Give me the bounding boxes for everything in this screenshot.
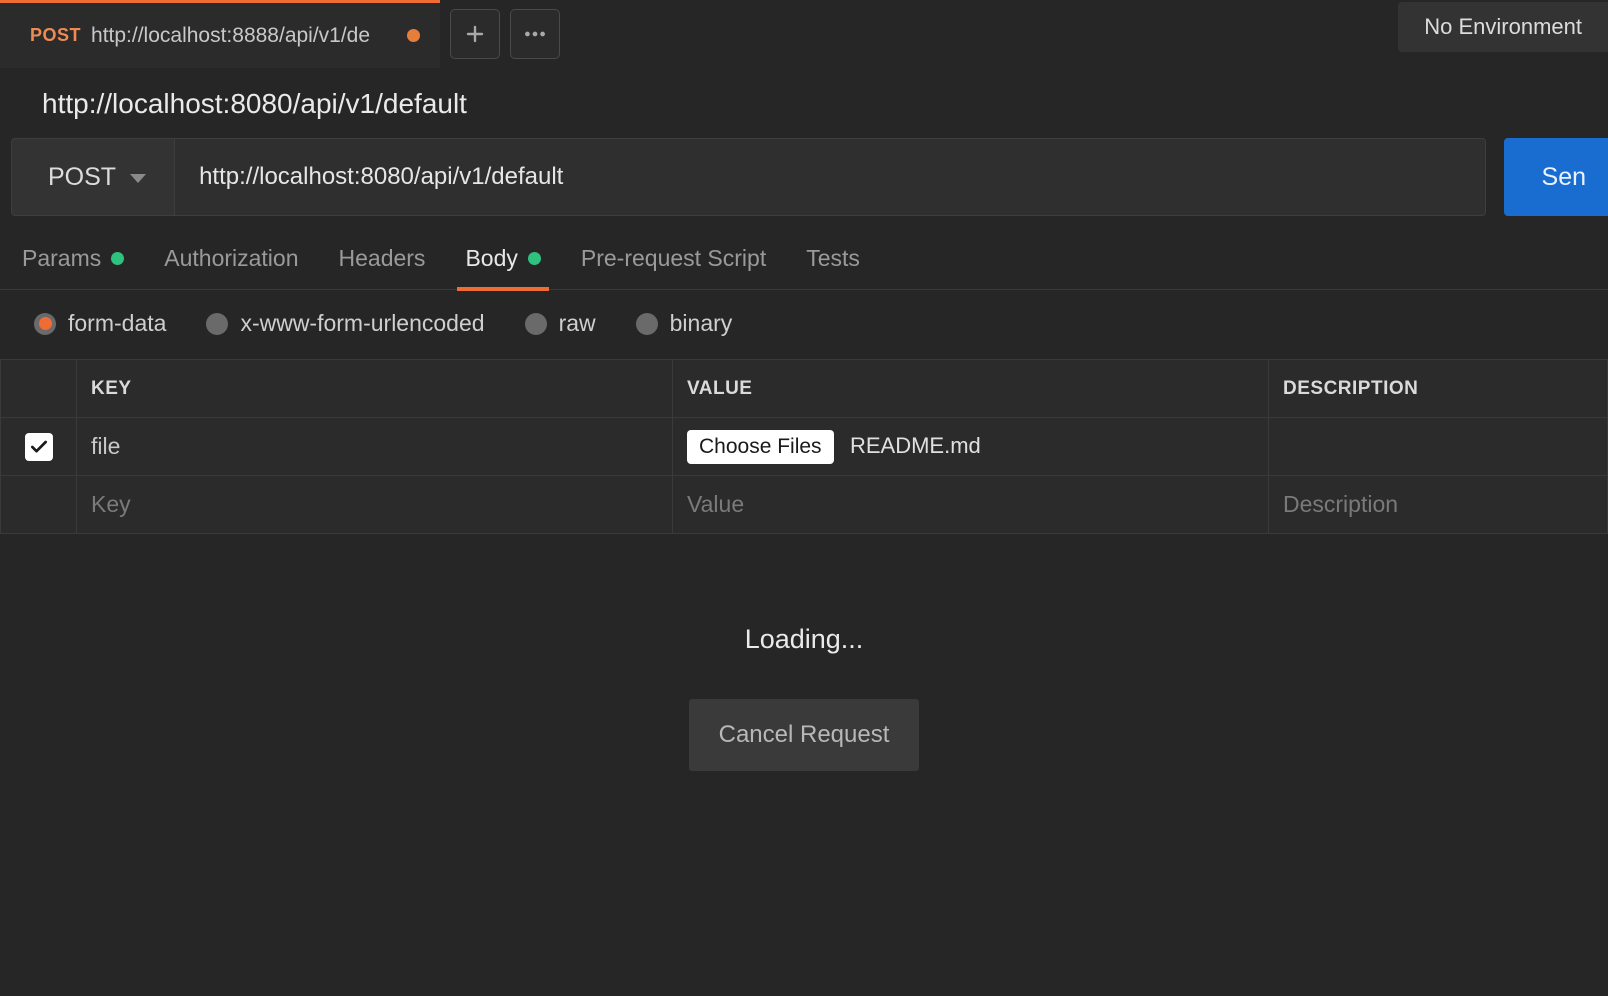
radio-icon — [525, 313, 547, 335]
method-label: POST — [48, 163, 116, 192]
new-tab-button[interactable] — [450, 9, 500, 59]
radio-urlencoded[interactable]: x-www-form-urlencoded — [206, 310, 484, 337]
key-input[interactable] — [91, 491, 658, 518]
key-cell[interactable]: file — [91, 433, 120, 459]
tab-params[interactable]: Params — [22, 245, 124, 290]
col-key-header: KEY — [77, 360, 673, 418]
radio-label: raw — [559, 310, 596, 337]
request-tab[interactable]: POST http://localhost:8888/api/v1/de — [0, 0, 440, 68]
request-tabs: Params Authorization Headers Body Pre-re… — [0, 216, 1608, 290]
tab-authorization[interactable]: Authorization — [164, 245, 298, 290]
active-dot-icon — [111, 252, 124, 265]
radio-icon — [206, 313, 228, 335]
value-input[interactable] — [687, 491, 1254, 518]
radio-icon — [636, 313, 658, 335]
radio-binary[interactable]: binary — [636, 310, 733, 337]
radio-label: x-www-form-urlencoded — [240, 310, 484, 337]
unsaved-dot-icon — [407, 29, 420, 42]
loading-text: Loading... — [745, 624, 864, 655]
tab-label: Pre-request Script — [581, 245, 766, 272]
tab-options-button[interactable] — [510, 9, 560, 59]
row-enabled-checkbox[interactable] — [25, 433, 53, 461]
tab-label: Params — [22, 245, 101, 272]
col-value-header: VALUE — [673, 360, 1269, 418]
tab-url: http://localhost:8888/api/v1/de — [91, 24, 397, 48]
choose-files-button[interactable]: Choose Files — [687, 430, 834, 464]
selected-filename: README.md — [850, 433, 981, 458]
chevron-down-icon — [130, 174, 146, 183]
body-type-group: form-data x-www-form-urlencoded raw bina… — [0, 290, 1608, 359]
tab-label: Body — [465, 245, 517, 272]
table-row-empty — [1, 476, 1608, 534]
form-data-table: KEY VALUE DESCRIPTION file Choose Files … — [0, 359, 1608, 534]
url-row: POST Sen — [0, 138, 1608, 216]
send-button[interactable]: Sen — [1504, 138, 1608, 216]
radio-icon — [34, 313, 56, 335]
empty-checkbox-cell — [1, 476, 77, 534]
tab-body[interactable]: Body — [465, 245, 540, 290]
radio-raw[interactable]: raw — [525, 310, 596, 337]
tab-method-label: POST — [30, 25, 81, 46]
tab-label: Headers — [339, 245, 426, 272]
tab-prerequest[interactable]: Pre-request Script — [581, 245, 766, 290]
active-dot-icon — [528, 252, 541, 265]
tab-label: Authorization — [164, 245, 298, 272]
tab-strip: POST http://localhost:8888/api/v1/de No … — [0, 0, 1608, 68]
description-cell[interactable] — [1269, 418, 1608, 476]
table-row: file Choose Files README.md — [1, 418, 1608, 476]
radio-form-data[interactable]: form-data — [34, 310, 166, 337]
tab-tests[interactable]: Tests — [806, 245, 860, 290]
tab-label: Tests — [806, 245, 860, 272]
tab-headers[interactable]: Headers — [339, 245, 426, 290]
method-select[interactable]: POST — [11, 138, 175, 216]
url-input[interactable] — [175, 138, 1485, 216]
radio-label: binary — [670, 310, 733, 337]
col-checkbox-header — [1, 360, 77, 418]
environment-selector[interactable]: No Environment — [1398, 2, 1608, 52]
page-title: http://localhost:8080/api/v1/default — [0, 68, 1608, 138]
radio-label: form-data — [68, 310, 166, 337]
cancel-request-button[interactable]: Cancel Request — [689, 699, 920, 771]
description-input[interactable] — [1283, 491, 1593, 518]
table-header-row: KEY VALUE DESCRIPTION — [1, 360, 1608, 418]
col-description-header: DESCRIPTION — [1269, 360, 1608, 418]
loading-area: Loading... Cancel Request — [0, 624, 1608, 771]
environment-label: No Environment — [1424, 14, 1582, 40]
